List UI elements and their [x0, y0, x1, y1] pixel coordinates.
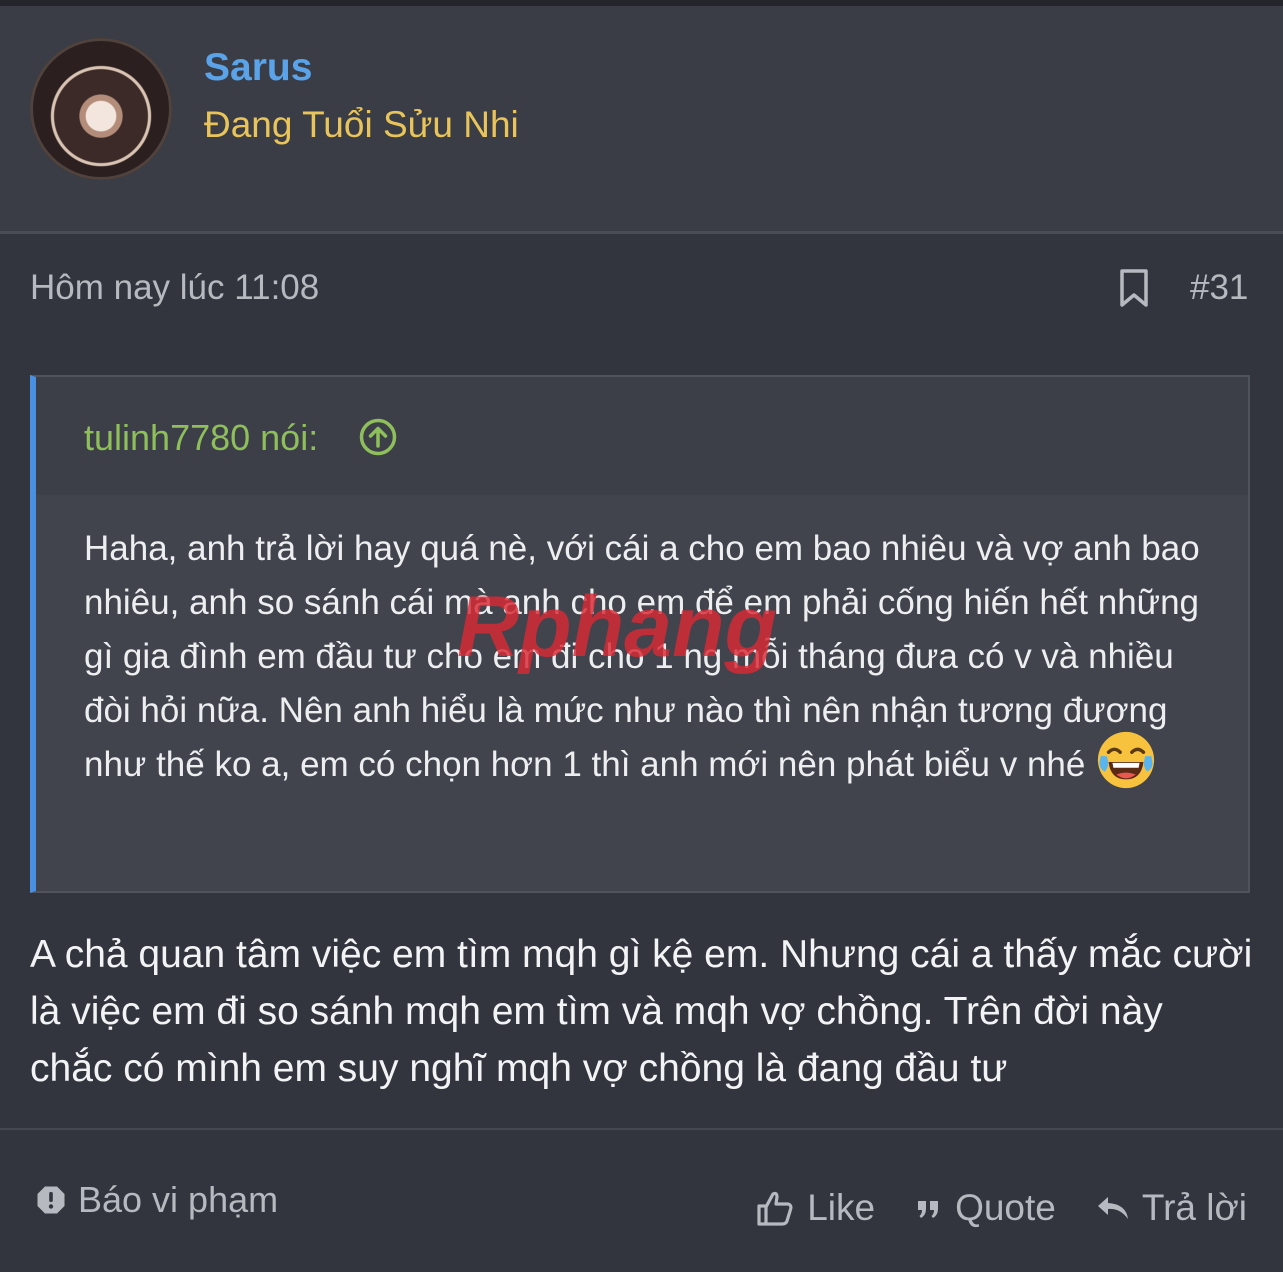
bookmark-icon[interactable] — [1118, 268, 1150, 308]
quote-button[interactable]: Quote — [915, 1187, 1056, 1229]
quote-author-link[interactable]: tulinh7780 nói: — [84, 417, 318, 459]
arrow-up-circle-icon[interactable] — [358, 417, 398, 457]
reply-label: Trả lời — [1141, 1187, 1247, 1228]
report-label: Báo vi phạm — [78, 1179, 279, 1220]
post-actions: Like Quote Trả lời — [715, 1185, 1247, 1231]
avatar[interactable] — [30, 38, 172, 180]
post-author-header: Sarus Đang Tuổi Sửu Nhi — [0, 6, 1283, 234]
reply-button[interactable]: Trả lời — [1096, 1187, 1247, 1229]
like-button[interactable]: Like — [755, 1187, 875, 1229]
quote-marks-icon — [918, 1201, 939, 1218]
reply-arrow-icon — [1097, 1197, 1128, 1219]
username-link[interactable]: Sarus — [204, 46, 312, 90]
footer-divider — [0, 1128, 1283, 1130]
report-button[interactable]: Báo vi phạm — [36, 1178, 278, 1222]
post-timestamp[interactable]: Hôm nay lúc 11:08 — [30, 268, 319, 308]
quote-text: Haha, anh trả lời hay quá nè, với cái a … — [84, 529, 1200, 784]
quote-block: tulinh7780 nói: Haha, anh trả lời hay qu… — [30, 375, 1250, 893]
quote-label: Quote — [955, 1187, 1056, 1228]
quote-content: Haha, anh trả lời hay quá nè, với cái a … — [84, 522, 1204, 792]
alert-icon — [37, 1186, 65, 1214]
like-label: Like — [807, 1187, 876, 1228]
user-title: Đang Tuổi Sửu Nhi — [204, 104, 519, 145]
thumbs-up-icon — [757, 1191, 793, 1226]
post-number-link[interactable]: #31 — [1190, 268, 1248, 308]
post-body: A chả quan tâm việc em tìm mqh gì kệ em.… — [30, 933, 1253, 1090]
laughing-tears-emoji-icon — [1098, 731, 1155, 788]
quote-header: tulinh7780 nói: — [36, 377, 1248, 495]
